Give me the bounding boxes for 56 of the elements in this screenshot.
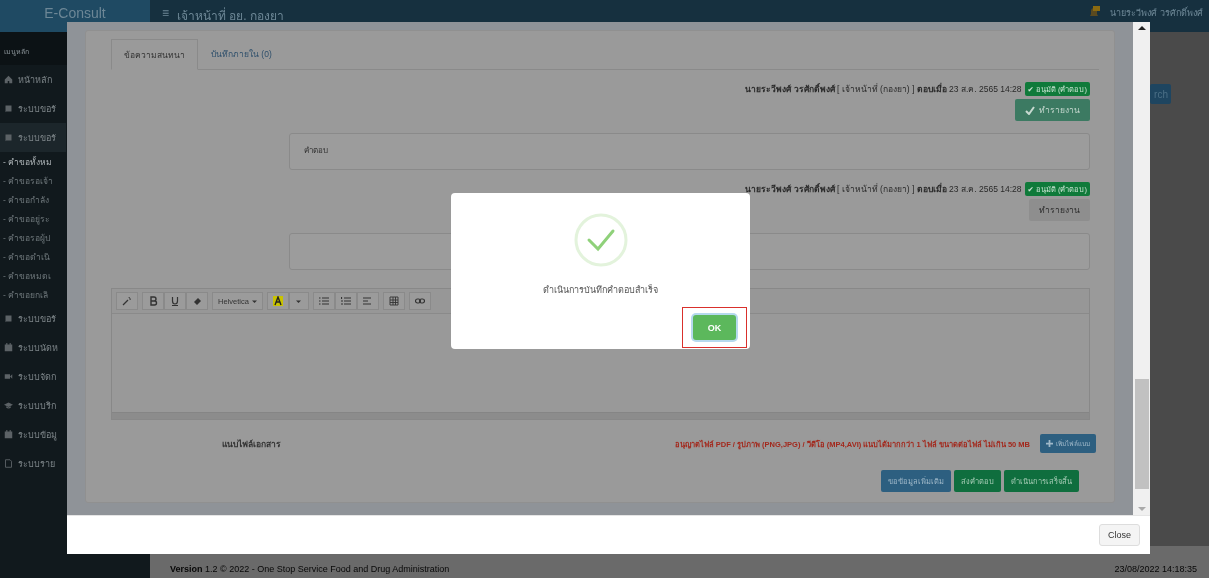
sidebar-subitem[interactable]: - คำขอยกเลิ [0, 285, 66, 304]
sidebar-subitem[interactable]: - คำขอทั้งหม [0, 152, 66, 171]
sidebar-item[interactable]: หน้าหลัก [0, 65, 66, 94]
eraser-icon[interactable] [186, 292, 208, 310]
table-icon[interactable] [382, 292, 405, 310]
graduation-cap-icon [4, 401, 13, 410]
timestamp: 23/08/2022 14:18:35 [1114, 564, 1197, 574]
scrollbar[interactable] [1133, 22, 1150, 515]
sidebar-item[interactable]: ระบบจัดก [0, 362, 66, 391]
calendar-icon [4, 343, 13, 352]
message-meta: นายระวีพงศ์ วรศักดิ์พงศ์ [ เจ้าหน้าที่ (กองยา) ] ตอบเมื่อ 23 ส.ค. 2565 14:28 [745, 182, 1022, 196]
report-button[interactable]: ทำรายงาน [1015, 99, 1090, 121]
calendar-icon [4, 430, 13, 439]
close-button[interactable]: Close [1099, 524, 1140, 546]
user-name[interactable]: นายระวีพงศ์ วรศักดิ์พงศ์ [1110, 6, 1203, 20]
brand-name: E-Consult [44, 5, 106, 21]
numbered-list-icon[interactable] [334, 292, 357, 310]
magic-wand-icon[interactable] [116, 292, 138, 310]
underline-icon[interactable] [164, 292, 186, 310]
tab[interactable]: บันทึกภายใน (0) [198, 39, 285, 69]
scroll-thumb[interactable] [1134, 379, 1149, 489]
sidebar-item[interactable]: ระบบขอรั [0, 304, 66, 333]
ok-button[interactable]: OK [693, 315, 736, 340]
sidebar-subitem[interactable]: - คำขอรอเจ้า [0, 171, 66, 190]
bullet-list-icon[interactable] [312, 292, 335, 310]
check-icon [1025, 105, 1035, 115]
video-icon [4, 372, 13, 381]
sidebar-subitem[interactable]: - คำขอหมดเ [0, 266, 66, 285]
menu-toggle[interactable]: ≡ [162, 6, 169, 20]
sidebar-item[interactable]: ระบบราย [0, 449, 66, 478]
success-check-icon [573, 213, 628, 267]
message-body: คำตอบ [289, 133, 1090, 170]
sidebar-subitem[interactable]: - คำขอกำลัง [0, 190, 66, 209]
tab[interactable]: ข้อความสนทนา [111, 39, 198, 70]
align-icon[interactable] [356, 292, 379, 310]
sidebar-subitem[interactable]: - คำขอรอผู้ป [0, 228, 66, 247]
sidebar-subitem[interactable]: - คำขออยู่ระ [0, 209, 66, 228]
plus-icon [1046, 440, 1053, 447]
report-button[interactable]: ทำรายงาน [1029, 199, 1090, 221]
message-meta: นายระวีพงศ์ วรศักดิ์พงศ์ [ เจ้าหน้าที่ (กองยา) ] ตอบเมื่อ 23 ส.ค. 2565 14:28 [745, 82, 1022, 96]
bold-icon[interactable] [142, 292, 164, 310]
text-color-icon[interactable] [266, 292, 289, 310]
attach-label: แนบไฟล์เอกสาร [221, 437, 281, 451]
sidebar-item[interactable]: ระบบขอรั [0, 123, 66, 152]
sidebar-item[interactable]: ระบบบริก [0, 391, 66, 420]
sidebar-item[interactable]: ระบบขอรั [0, 94, 66, 123]
sidebar-item[interactable]: ระบบข้อมู [0, 420, 66, 449]
home-icon [4, 75, 13, 84]
sidebar-subitem[interactable]: - คำขอดำเนิ [0, 247, 66, 266]
sidebar-item[interactable]: ระบบนัดห [0, 333, 66, 362]
caret-icon [251, 298, 257, 304]
file-icon [4, 459, 13, 468]
bell-icon[interactable] [1088, 6, 1101, 18]
page-title: เจ้าหน้าที่ อย. กองยา [177, 6, 285, 25]
link-icon[interactable] [408, 292, 431, 310]
version-text: Version 1.2 © 2022 - One Stop Service Food and Drug Administration [170, 564, 450, 574]
